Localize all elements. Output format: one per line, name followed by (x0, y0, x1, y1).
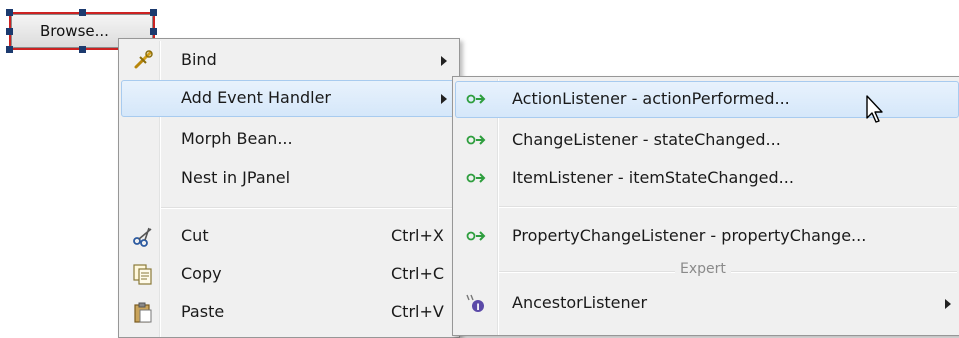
selection-handle-nw[interactable] (6, 9, 13, 16)
scissors-icon (133, 227, 152, 247)
menu-item-bind[interactable]: Bind (121, 42, 457, 79)
selection-handle-ne[interactable] (150, 9, 157, 16)
menu-item-cut[interactable]: Cut Ctrl+X (121, 218, 457, 255)
submenu-item-label: PropertyChangeListener - propertyChange.… (512, 226, 867, 245)
shortcut-label: Ctrl+C (391, 264, 445, 283)
paste-icon (134, 302, 152, 323)
mouse-pointer-icon (866, 95, 883, 123)
menu-item-label: Bind (181, 50, 217, 69)
submenu-item-label: ChangeListener - stateChanged... (512, 130, 781, 149)
selection-handle-n[interactable] (79, 9, 86, 16)
selection-handle-sw[interactable] (6, 46, 13, 53)
event-listener-icon (466, 173, 486, 183)
submenu-item-item-listener[interactable]: ItemListener - itemStateChanged... (455, 160, 959, 197)
submenu-arrow-icon (441, 94, 447, 104)
listener-interface-icon: I (466, 294, 484, 313)
submenu-item-label: ItemListener - itemStateChanged... (512, 168, 794, 187)
submenu-arrow-icon (945, 299, 951, 309)
submenu-item-label: ActionListener - actionPerformed... (512, 89, 790, 108)
copy-icon (133, 264, 152, 285)
event-listener-icon (466, 135, 486, 145)
event-listener-icon (466, 94, 486, 104)
expert-group-label: Expert (675, 261, 731, 277)
submenu-item-ancestor-listener[interactable]: I AncestorListener (455, 285, 959, 322)
submenu-item-change-listener[interactable]: ChangeListener - stateChanged... (455, 122, 959, 159)
selection-handle-s[interactable] (79, 46, 86, 53)
submenu-arrow-icon (441, 56, 447, 66)
menu-item-add-event-handler[interactable]: Add Event Handler (121, 80, 457, 117)
menu-item-nest-in-jpanel[interactable]: Nest in JPanel (121, 160, 457, 197)
menu-separator (161, 207, 455, 209)
selection-handle-e[interactable] (150, 28, 157, 35)
menu-item-copy[interactable]: Copy Ctrl+C (121, 256, 457, 293)
context-menu: Bind Add Event Handler Morph Bean... Nes… (118, 38, 460, 338)
menu-item-label: Cut (181, 226, 209, 245)
shortcut-label: Ctrl+V (391, 302, 444, 321)
menu-item-label: Copy (181, 264, 222, 283)
menu-item-label: Nest in JPanel (181, 168, 291, 187)
submenu-item-property-change-listener[interactable]: PropertyChangeListener - propertyChange.… (455, 218, 959, 255)
submenu-item-label: AncestorListener (512, 293, 648, 312)
menu-item-label: Add Event Handler (181, 88, 331, 107)
menu-item-label: Paste (181, 302, 225, 321)
binding-icon (134, 50, 153, 69)
shortcut-label: Ctrl+X (391, 226, 444, 245)
svg-text:I: I (476, 303, 479, 313)
menu-item-morph-bean[interactable]: Morph Bean... (121, 121, 457, 158)
submenu-separator (499, 206, 957, 208)
selection-handle-w[interactable] (6, 28, 13, 35)
menu-item-paste[interactable]: Paste Ctrl+V (121, 294, 457, 331)
event-listener-icon (466, 231, 486, 241)
menu-item-label: Morph Bean... (181, 129, 293, 148)
